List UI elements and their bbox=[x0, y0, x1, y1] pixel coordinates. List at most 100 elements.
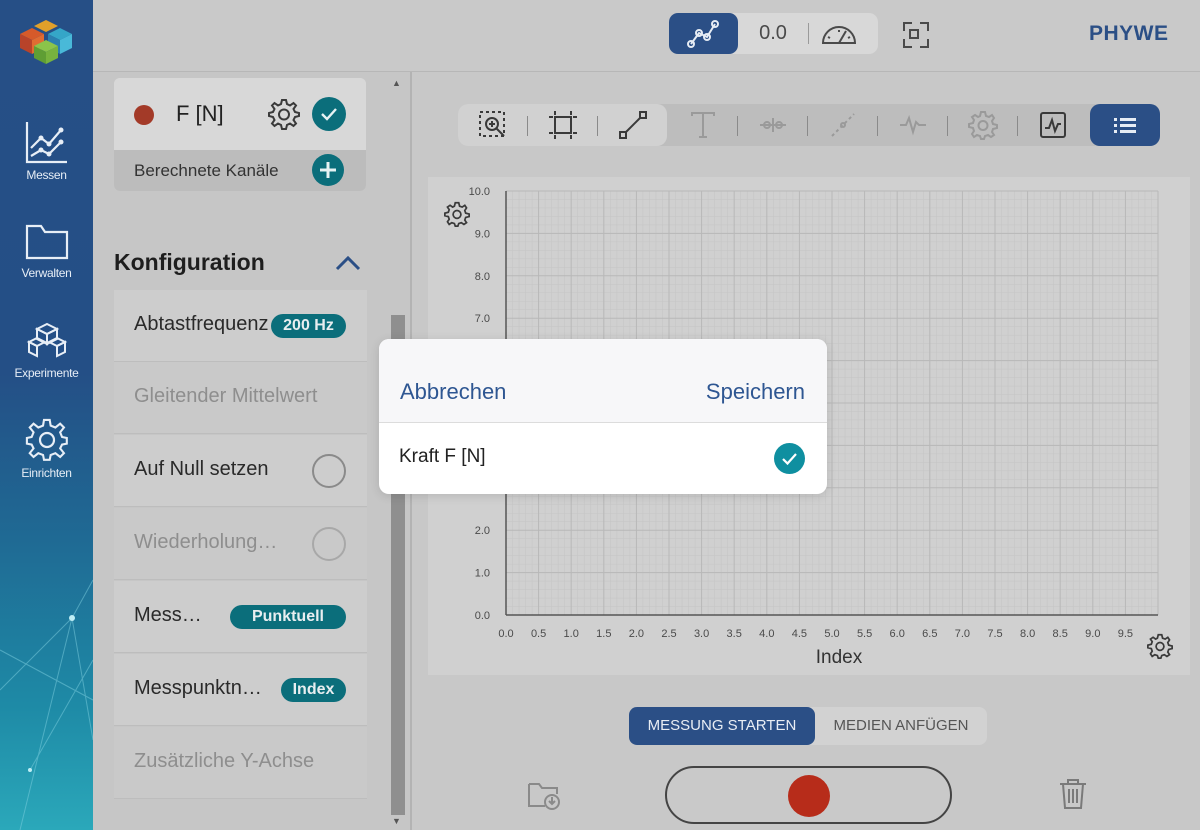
config-row-repeat: Wiederholung… bbox=[114, 508, 367, 580]
list-icon bbox=[1114, 118, 1136, 133]
x-tick-label: 0.0 bbox=[498, 628, 513, 640]
line-icon[interactable] bbox=[618, 110, 648, 140]
toolbar-divider bbox=[877, 116, 878, 136]
extra-y-axis-label: Zusätzliche Y-Achse bbox=[134, 750, 315, 772]
tangent-icon[interactable] bbox=[828, 110, 858, 140]
y-tick-label: 2.0 bbox=[475, 525, 490, 537]
config-section-title: Konfiguration bbox=[114, 249, 265, 275]
dialog-header: Abbrechen Speichern bbox=[379, 339, 827, 423]
text-icon[interactable] bbox=[688, 110, 718, 140]
toolbar-divider bbox=[597, 116, 598, 136]
channel-row[interactable]: F [N] bbox=[114, 78, 366, 150]
analysis-icon[interactable] bbox=[1038, 110, 1068, 140]
nav-messen-label: Messen bbox=[26, 168, 67, 182]
save-button[interactable]: Speichern bbox=[706, 379, 805, 405]
point-number-badge[interactable]: Index bbox=[281, 678, 346, 702]
x-tick-label: 1.5 bbox=[596, 628, 611, 640]
measure-mode-badge[interactable]: Punktuell bbox=[230, 605, 346, 629]
record-button[interactable] bbox=[665, 766, 952, 824]
config-row-measure-mode[interactable]: Mess… Punktuell bbox=[114, 581, 367, 653]
zoom-in-icon[interactable] bbox=[478, 110, 508, 140]
config-row-moving-average: Gleitender Mittelwert bbox=[114, 362, 367, 434]
dialog-option-checkbox[interactable] bbox=[774, 443, 805, 474]
y-tick-label: 1.0 bbox=[475, 568, 490, 580]
fit-icon[interactable] bbox=[548, 110, 578, 140]
config-row-sampling-rate[interactable]: Abtastfrequenz 200 Hz bbox=[114, 290, 367, 362]
start-measurement-tab[interactable]: MESSUNG STARTEN bbox=[629, 707, 815, 745]
signal-icon[interactable] bbox=[898, 110, 928, 140]
x-tick-label: 2.5 bbox=[661, 628, 676, 640]
config-row-zero[interactable]: Auf Null setzen bbox=[114, 435, 367, 507]
fullscreen-icon[interactable] bbox=[903, 22, 929, 48]
x-tick-label: 8.5 bbox=[1053, 628, 1068, 640]
zero-radio[interactable] bbox=[312, 454, 346, 488]
scroll-down-arrow[interactable]: ▼ bbox=[392, 816, 401, 826]
brand-logo: PHYWE bbox=[1089, 22, 1169, 45]
channel-color-dot bbox=[134, 105, 154, 125]
plus-icon bbox=[320, 162, 336, 178]
save-folder-icon[interactable] bbox=[527, 778, 561, 810]
check-icon bbox=[321, 108, 337, 121]
nav-verwalten[interactable]: Verwalten bbox=[0, 222, 93, 280]
bottom-tabs: MESSUNG STARTEN MEDIEN ANFÜGEN bbox=[629, 707, 987, 745]
cancel-button[interactable]: Abbrechen bbox=[400, 379, 506, 405]
markers-icon[interactable] bbox=[758, 110, 788, 140]
channel-settings-icon[interactable] bbox=[268, 98, 300, 130]
x-tick-label: 5.0 bbox=[824, 628, 839, 640]
gauge-icon[interactable] bbox=[819, 21, 859, 47]
graph-mode-button[interactable] bbox=[669, 13, 738, 54]
trash-icon[interactable] bbox=[1058, 778, 1088, 810]
check-icon bbox=[782, 453, 797, 466]
graph-toolbar bbox=[458, 104, 1160, 146]
sampling-rate-badge[interactable]: 200 Hz bbox=[271, 314, 346, 338]
dialog-option-label[interactable]: Kraft F [N] bbox=[399, 446, 486, 468]
nav-experimente-label: Experimente bbox=[14, 366, 79, 380]
top-bar: 0.0 PHYWE bbox=[93, 0, 1200, 72]
toolbar-divider bbox=[1017, 116, 1018, 136]
moving-average-label: Gleitender Mittelwert bbox=[134, 385, 318, 407]
x-tick-label: 7.0 bbox=[955, 628, 970, 640]
settings-icon[interactable] bbox=[968, 110, 998, 140]
list-view-button[interactable] bbox=[1090, 104, 1160, 146]
x-tick-label: 9.0 bbox=[1085, 628, 1100, 640]
x-tick-label: 1.0 bbox=[564, 628, 579, 640]
value-mode-button[interactable]: 0.0 bbox=[739, 13, 807, 54]
y-tick-label: 0.0 bbox=[475, 610, 490, 622]
channel-select-dialog: Abbrechen Speichern Kraft F [N] bbox=[379, 339, 827, 494]
chevron-up-icon[interactable] bbox=[334, 250, 362, 276]
sampling-rate-label: Abtastfrequenz bbox=[134, 313, 269, 335]
y-axis-settings-icon[interactable] bbox=[444, 201, 470, 227]
channel-label: F [N] bbox=[176, 101, 224, 126]
x-tick-label: 6.0 bbox=[890, 628, 905, 640]
mode-divider bbox=[808, 23, 809, 44]
y-tick-label: 8.0 bbox=[475, 271, 490, 283]
x-tick-label: 2.0 bbox=[629, 628, 644, 640]
toolbar-divider bbox=[947, 116, 948, 136]
toolbar-divider bbox=[527, 116, 528, 136]
x-tick-label: 3.5 bbox=[727, 628, 742, 640]
gear-icon bbox=[25, 418, 68, 461]
x-axis-settings-icon[interactable] bbox=[1147, 633, 1173, 659]
config-row-point-number[interactable]: Messpunktn… Index bbox=[114, 654, 367, 726]
x-tick-label: 9.5 bbox=[1118, 628, 1133, 640]
network-decoration bbox=[0, 579, 93, 830]
config-row-extra-y-axis: Zusätzliche Y-Achse bbox=[114, 727, 367, 799]
repeat-radio bbox=[312, 527, 346, 561]
view-mode-switcher: 0.0 bbox=[669, 13, 878, 54]
x-tick-label: 8.0 bbox=[1020, 628, 1035, 640]
channel-active-checkbox[interactable] bbox=[312, 97, 346, 131]
calculated-channels-row: Berechnete Kanäle bbox=[114, 150, 366, 191]
nav-einrichten[interactable]: Einrichten bbox=[0, 418, 93, 480]
nav-einrichten-label: Einrichten bbox=[21, 466, 72, 480]
zero-label: Auf Null setzen bbox=[134, 458, 269, 480]
attach-media-tab[interactable]: MEDIEN ANFÜGEN bbox=[815, 707, 987, 745]
scroll-up-arrow[interactable]: ▲ bbox=[392, 78, 401, 88]
point-number-label: Messpunktn… bbox=[134, 677, 262, 699]
x-axis-title: Index bbox=[816, 647, 863, 668]
nav-experimente[interactable]: Experimente bbox=[0, 322, 93, 380]
app-logo-icon bbox=[20, 20, 72, 64]
nav-messen[interactable]: Messen bbox=[0, 120, 93, 182]
add-calculated-channel-button[interactable] bbox=[312, 154, 344, 186]
x-tick-label: 4.0 bbox=[759, 628, 774, 640]
toolbar-divider bbox=[737, 116, 738, 136]
